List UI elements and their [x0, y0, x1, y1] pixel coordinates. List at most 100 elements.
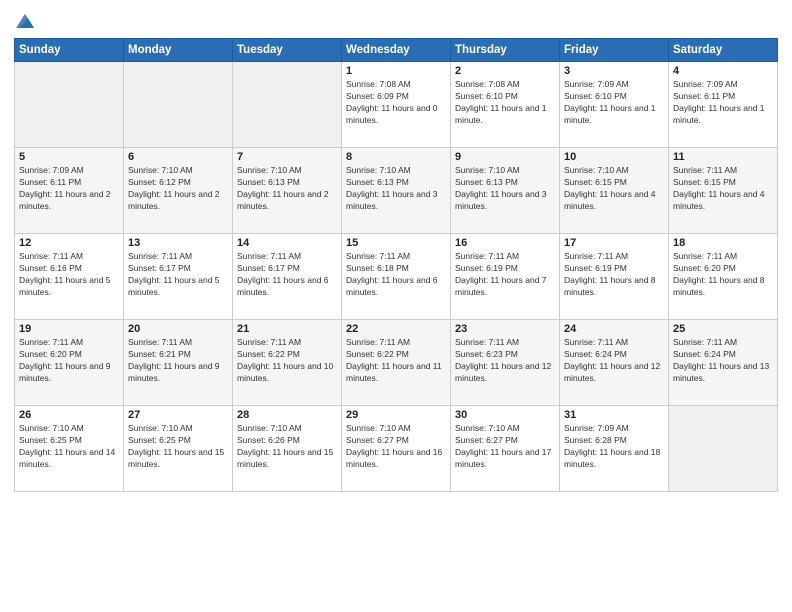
weekday-header-saturday: Saturday [669, 39, 778, 62]
calendar-cell: 1 Sunrise: 7:08 AM Sunset: 6:09 PM Daylig… [342, 62, 451, 148]
calendar-cell: 22 Sunrise: 7:11 AM Sunset: 6:22 PM Dayli… [342, 320, 451, 406]
day-number: 10 [564, 151, 664, 163]
day-number: 13 [128, 237, 228, 249]
day-number: 26 [19, 409, 119, 421]
day-info: Sunrise: 7:09 AM Sunset: 6:10 PM Dayligh… [564, 79, 664, 127]
logo [14, 10, 44, 32]
day-info: Sunrise: 7:10 AM Sunset: 6:13 PM Dayligh… [455, 165, 555, 213]
calendar-cell: 16 Sunrise: 7:11 AM Sunset: 6:19 PM Dayli… [451, 234, 560, 320]
calendar-cell [669, 406, 778, 492]
weekday-header-friday: Friday [560, 39, 669, 62]
calendar-cell: 7 Sunrise: 7:10 AM Sunset: 6:13 PM Daylig… [233, 148, 342, 234]
day-info: Sunrise: 7:11 AM Sunset: 6:16 PM Dayligh… [19, 251, 119, 299]
weekday-header-monday: Monday [124, 39, 233, 62]
calendar-cell: 29 Sunrise: 7:10 AM Sunset: 6:27 PM Dayli… [342, 406, 451, 492]
logo-icon [14, 10, 36, 32]
day-info: Sunrise: 7:09 AM Sunset: 6:11 PM Dayligh… [673, 79, 773, 127]
day-number: 9 [455, 151, 555, 163]
day-info: Sunrise: 7:11 AM Sunset: 6:15 PM Dayligh… [673, 165, 773, 213]
day-number: 1 [346, 65, 446, 77]
day-number: 19 [19, 323, 119, 335]
day-number: 11 [673, 151, 773, 163]
day-number: 22 [346, 323, 446, 335]
day-info: Sunrise: 7:11 AM Sunset: 6:24 PM Dayligh… [673, 337, 773, 385]
day-number: 20 [128, 323, 228, 335]
day-number: 12 [19, 237, 119, 249]
day-number: 4 [673, 65, 773, 77]
day-number: 16 [455, 237, 555, 249]
day-number: 17 [564, 237, 664, 249]
day-number: 18 [673, 237, 773, 249]
calendar-cell: 18 Sunrise: 7:11 AM Sunset: 6:20 PM Dayli… [669, 234, 778, 320]
day-info: Sunrise: 7:11 AM Sunset: 6:21 PM Dayligh… [128, 337, 228, 385]
calendar-cell [233, 62, 342, 148]
calendar-cell: 12 Sunrise: 7:11 AM Sunset: 6:16 PM Dayli… [15, 234, 124, 320]
day-number: 8 [346, 151, 446, 163]
day-number: 21 [237, 323, 337, 335]
day-info: Sunrise: 7:10 AM Sunset: 6:12 PM Dayligh… [128, 165, 228, 213]
calendar-cell: 8 Sunrise: 7:10 AM Sunset: 6:13 PM Daylig… [342, 148, 451, 234]
day-info: Sunrise: 7:09 AM Sunset: 6:11 PM Dayligh… [19, 165, 119, 213]
day-info: Sunrise: 7:09 AM Sunset: 6:28 PM Dayligh… [564, 423, 664, 471]
day-info: Sunrise: 7:11 AM Sunset: 6:19 PM Dayligh… [455, 251, 555, 299]
day-info: Sunrise: 7:08 AM Sunset: 6:09 PM Dayligh… [346, 79, 446, 127]
day-number: 24 [564, 323, 664, 335]
day-info: Sunrise: 7:10 AM Sunset: 6:15 PM Dayligh… [564, 165, 664, 213]
day-info: Sunrise: 7:11 AM Sunset: 6:22 PM Dayligh… [346, 337, 446, 385]
day-number: 15 [346, 237, 446, 249]
day-info: Sunrise: 7:11 AM Sunset: 6:20 PM Dayligh… [673, 251, 773, 299]
calendar-cell: 2 Sunrise: 7:08 AM Sunset: 6:10 PM Daylig… [451, 62, 560, 148]
calendar-cell: 11 Sunrise: 7:11 AM Sunset: 6:15 PM Dayli… [669, 148, 778, 234]
calendar-cell: 31 Sunrise: 7:09 AM Sunset: 6:28 PM Dayli… [560, 406, 669, 492]
calendar-cell: 6 Sunrise: 7:10 AM Sunset: 6:12 PM Daylig… [124, 148, 233, 234]
calendar-cell: 27 Sunrise: 7:10 AM Sunset: 6:25 PM Dayli… [124, 406, 233, 492]
day-number: 7 [237, 151, 337, 163]
day-number: 2 [455, 65, 555, 77]
calendar-cell: 30 Sunrise: 7:10 AM Sunset: 6:27 PM Dayli… [451, 406, 560, 492]
calendar-cell: 17 Sunrise: 7:11 AM Sunset: 6:19 PM Dayli… [560, 234, 669, 320]
weekday-header-wednesday: Wednesday [342, 39, 451, 62]
calendar-cell: 19 Sunrise: 7:11 AM Sunset: 6:20 PM Dayli… [15, 320, 124, 406]
calendar-cell: 9 Sunrise: 7:10 AM Sunset: 6:13 PM Daylig… [451, 148, 560, 234]
day-info: Sunrise: 7:11 AM Sunset: 6:22 PM Dayligh… [237, 337, 337, 385]
day-number: 29 [346, 409, 446, 421]
day-number: 5 [19, 151, 119, 163]
calendar-cell [15, 62, 124, 148]
calendar-cell: 15Sunrise: 7:11 AM Sunset: 6:18 PM Dayli… [342, 234, 451, 320]
calendar-cell: 13Sunrise: 7:11 AM Sunset: 6:17 PM Dayli… [124, 234, 233, 320]
day-number: 31 [564, 409, 664, 421]
calendar-cell [124, 62, 233, 148]
day-number: 27 [128, 409, 228, 421]
day-info: Sunrise: 7:11 AM Sunset: 6:19 PM Dayligh… [564, 251, 664, 299]
calendar-cell: 4 Sunrise: 7:09 AM Sunset: 6:11 PM Daylig… [669, 62, 778, 148]
weekday-header-tuesday: Tuesday [233, 39, 342, 62]
page-header [14, 10, 778, 32]
day-info: Sunrise: 7:11 AM Sunset: 6:24 PM Dayligh… [564, 337, 664, 385]
calendar-cell: 21 Sunrise: 7:11 AM Sunset: 6:22 PM Dayli… [233, 320, 342, 406]
calendar-cell: 3 Sunrise: 7:09 AM Sunset: 6:10 PM Daylig… [560, 62, 669, 148]
weekday-header-thursday: Thursday [451, 39, 560, 62]
day-info: Sunrise: 7:08 AM Sunset: 6:10 PM Dayligh… [455, 79, 555, 127]
calendar-cell: 24 Sunrise: 7:11 AM Sunset: 6:24 PM Dayli… [560, 320, 669, 406]
day-info: Sunrise: 7:10 AM Sunset: 6:13 PM Dayligh… [346, 165, 446, 213]
day-info: Sunrise: 7:10 AM Sunset: 6:13 PM Dayligh… [237, 165, 337, 213]
day-info: Sunrise: 7:10 AM Sunset: 6:25 PM Dayligh… [19, 423, 119, 471]
day-number: 23 [455, 323, 555, 335]
day-info: Sunrise: 7:11 AM Sunset: 6:20 PM Dayligh… [19, 337, 119, 385]
calendar-cell: 14Sunrise: 7:11 AM Sunset: 6:17 PM Dayli… [233, 234, 342, 320]
day-number: 3 [564, 65, 664, 77]
day-info: Sunrise: 7:10 AM Sunset: 6:27 PM Dayligh… [346, 423, 446, 471]
day-info: Sunrise: 7:10 AM Sunset: 6:25 PM Dayligh… [128, 423, 228, 471]
day-info: Sunrise: 7:10 AM Sunset: 6:26 PM Dayligh… [237, 423, 337, 471]
calendar-cell: 23 Sunrise: 7:11 AM Sunset: 6:23 PM Dayli… [451, 320, 560, 406]
calendar-cell: 28Sunrise: 7:10 AM Sunset: 6:26 PM Dayli… [233, 406, 342, 492]
day-number: 6 [128, 151, 228, 163]
calendar-cell: 5 Sunrise: 7:09 AM Sunset: 6:11 PM Daylig… [15, 148, 124, 234]
calendar-cell: 10 Sunrise: 7:10 AM Sunset: 6:15 PM Dayli… [560, 148, 669, 234]
logo-area [14, 10, 44, 32]
day-info: Sunrise: 7:10 AM Sunset: 6:27 PM Dayligh… [455, 423, 555, 471]
day-number: 14 [237, 237, 337, 249]
calendar-cell: 26 Sunrise: 7:10 AM Sunset: 6:25 PM Dayli… [15, 406, 124, 492]
day-number: 30 [455, 409, 555, 421]
day-info: Sunrise: 7:11 AM Sunset: 6:23 PM Dayligh… [455, 337, 555, 385]
